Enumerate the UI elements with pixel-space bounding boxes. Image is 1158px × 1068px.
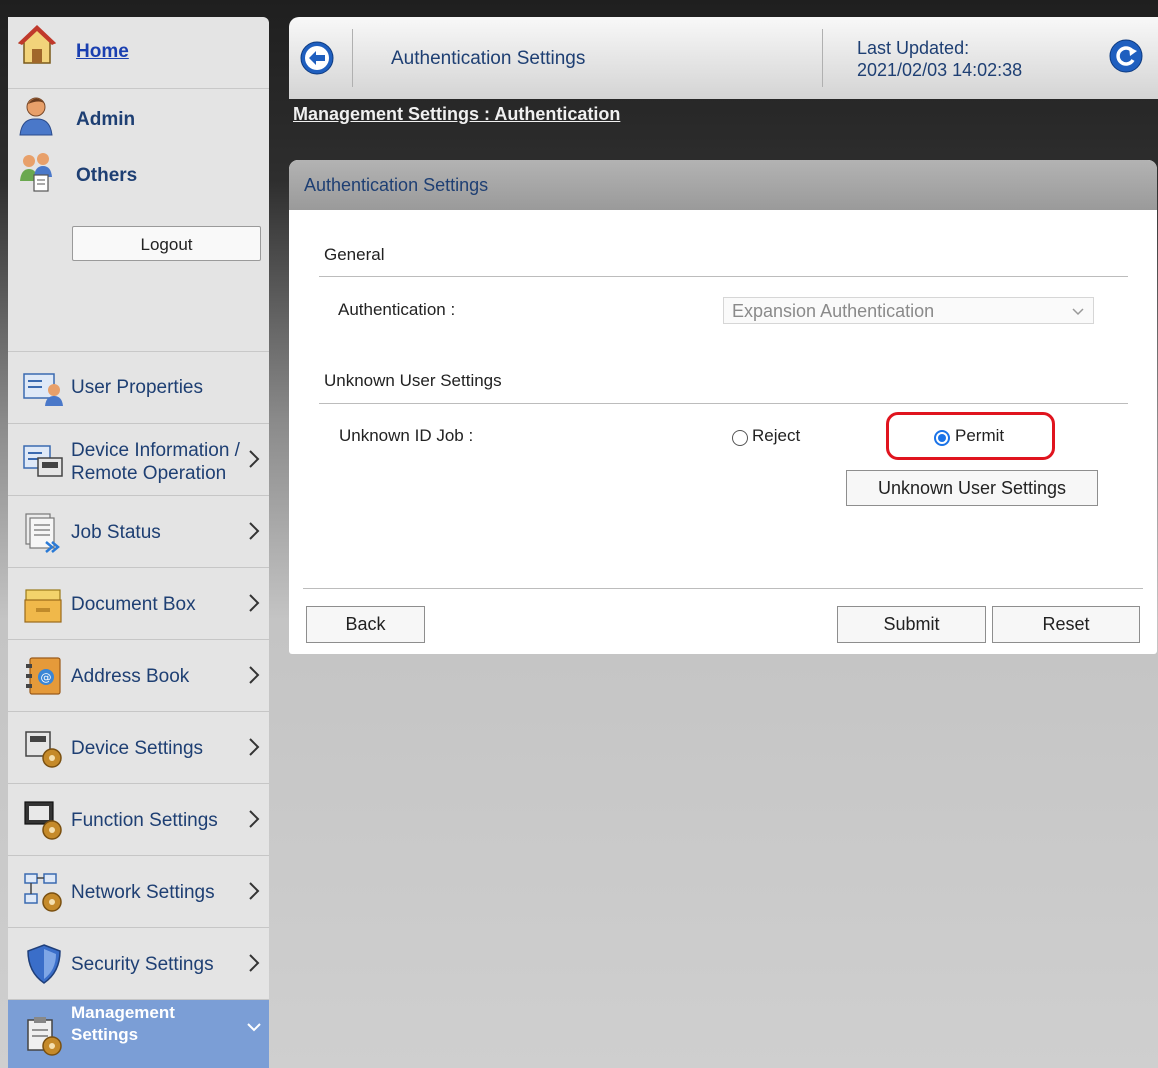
admin-label: Admin xyxy=(76,109,136,130)
general-section-label: General xyxy=(324,245,385,264)
divider xyxy=(303,588,1143,589)
chevron-right-icon xyxy=(249,738,260,756)
divider xyxy=(352,29,353,87)
sidebar-item-network-settings[interactable]: Network Settings xyxy=(8,856,269,928)
divider xyxy=(319,276,1128,277)
sidebar-item-admin: Admin xyxy=(8,87,269,145)
sidebar-item-label-line2: Settings xyxy=(71,1025,139,1044)
logout-button[interactable]: Logout xyxy=(72,226,261,261)
chevron-right-icon xyxy=(249,954,260,972)
sidebar-item-management-settings[interactable]: Management Settings xyxy=(8,1000,269,1068)
unknown-user-section-label: Unknown User Settings xyxy=(324,371,502,390)
sidebar-item-label: Function Settings xyxy=(71,810,218,831)
breadcrumb[interactable]: Management Settings : Authentication xyxy=(293,104,620,125)
chevron-right-icon xyxy=(249,666,260,684)
chevron-right-icon xyxy=(249,594,260,612)
job-status-icon xyxy=(25,513,60,553)
panel-title: Authentication Settings xyxy=(304,175,489,195)
sidebar-item-label: Document Box xyxy=(71,594,196,615)
sidebar-item-function-settings[interactable]: Function Settings xyxy=(8,784,269,856)
sidebar-item-label: Management xyxy=(71,1003,175,1022)
unknown-user-settings-button[interactable]: Unknown User Settings xyxy=(846,470,1098,506)
device-settings-icon xyxy=(25,731,62,768)
sidebar-item-label: Network Settings xyxy=(71,882,215,903)
sidebar-item-label: Device Settings xyxy=(71,738,204,759)
sidebar-item-label-line2: Remote Operation xyxy=(71,463,227,484)
network-settings-icon xyxy=(24,873,62,912)
chevron-right-icon xyxy=(249,810,260,828)
refresh-icon[interactable] xyxy=(1109,39,1143,73)
sidebar-item-device-settings[interactable]: Device Settings xyxy=(8,712,269,784)
management-settings-icon xyxy=(27,1017,62,1056)
sidebar-item-label: User Properties xyxy=(71,377,203,398)
sidebar-item-label: Job Status xyxy=(71,522,161,543)
authentication-label: Authentication : xyxy=(338,300,456,319)
address-book-icon: @ xyxy=(26,657,61,695)
sidebar-item-label: Security Settings xyxy=(71,954,214,975)
last-updated-value: 2021/02/03 14:02:38 xyxy=(857,60,1023,80)
sidebar-item-label: Device Information / xyxy=(71,440,240,461)
panel-header: Authentication Settings xyxy=(289,160,1157,210)
sidebar: Home Admin Others Logout User Properties… xyxy=(8,17,269,1068)
home-link[interactable]: Home xyxy=(76,41,129,63)
sidebar-item-job-status[interactable]: Job Status xyxy=(8,496,269,568)
sidebar-item-home[interactable]: Home xyxy=(8,17,269,75)
chevron-right-icon xyxy=(249,522,260,540)
document-box-icon xyxy=(24,589,62,623)
sidebar-item-others: Others xyxy=(8,143,269,201)
function-settings-icon xyxy=(24,801,62,840)
divider xyxy=(822,29,823,87)
back-arrow-icon[interactable] xyxy=(300,41,334,75)
others-label: Others xyxy=(76,165,138,186)
chevron-right-icon xyxy=(249,882,260,900)
chevron-down-icon xyxy=(247,1023,261,1032)
sidebar-item-security-settings[interactable]: Security Settings xyxy=(8,928,269,1000)
divider xyxy=(319,403,1128,404)
submit-button[interactable]: Submit xyxy=(837,606,986,643)
sidebar-item-document-box[interactable]: Document Box xyxy=(8,568,269,640)
user-properties-icon xyxy=(23,373,63,406)
highlight-annotation xyxy=(886,412,1055,460)
header-bar: Authentication Settings Last Updated: 20… xyxy=(289,17,1158,99)
sidebar-item-device-information[interactable]: Device Information / Remote Operation xyxy=(8,424,269,496)
chevron-right-icon xyxy=(249,450,260,468)
sidebar-item-label: Address Book xyxy=(71,666,190,687)
last-updated-label: Last Updated: xyxy=(857,38,970,58)
unknown-id-job-label: Unknown ID Job : xyxy=(339,426,474,445)
admin-user-icon xyxy=(19,97,53,136)
svg-text:@: @ xyxy=(41,671,52,684)
others-users-icon xyxy=(20,153,52,192)
chevron-down-icon xyxy=(1072,308,1084,316)
authentication-select[interactable]: Expansion Authentication xyxy=(723,297,1094,324)
reject-radio[interactable] xyxy=(732,430,748,446)
reject-label[interactable]: Reject xyxy=(752,426,800,446)
reset-button[interactable]: Reset xyxy=(992,606,1140,643)
security-settings-icon xyxy=(27,944,61,984)
header-title: Authentication Settings xyxy=(391,48,586,69)
back-button[interactable]: Back xyxy=(306,606,425,643)
sidebar-item-user-properties[interactable]: User Properties xyxy=(8,352,269,424)
sidebar-item-address-book[interactable]: @ Address Book xyxy=(8,640,269,712)
authentication-select-value: Expansion Authentication xyxy=(732,301,935,321)
home-icon xyxy=(18,25,56,64)
authentication-settings-panel: Authentication Settings General Authenti… xyxy=(289,160,1157,654)
device-information-icon xyxy=(23,445,63,477)
